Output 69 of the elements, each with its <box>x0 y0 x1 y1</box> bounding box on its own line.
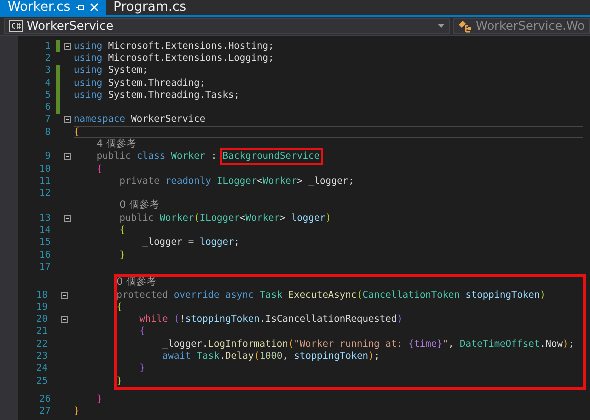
code-line: { <box>120 225 126 236</box>
reference-count[interactable]: 0 個參考 <box>116 276 156 289</box>
code-line: while (!stoppingToken.IsCancellationRequested) <box>140 314 403 326</box>
code-line: _logger = logger; <box>142 237 240 248</box>
line-number: 19 <box>36 302 48 313</box>
code-line: using System; <box>74 65 148 76</box>
close-icon[interactable] <box>90 3 99 12</box>
line-number: 10 <box>38 164 51 175</box>
line-number: 25 <box>36 376 48 387</box>
line-number: 6 <box>44 102 51 114</box>
line-number: 7 <box>44 114 51 126</box>
collapse-icon[interactable] <box>64 116 71 124</box>
line-number: 16 <box>38 250 51 261</box>
code-line: _logger.LogInformation("Worker running at: {time}", DateTimeOffset.Now); <box>162 338 574 350</box>
line-number: 2 <box>44 52 51 64</box>
line-number: 24 <box>36 363 48 374</box>
code-line: protected override async Task ExecuteAsync(CancellationToken stoppingToken) <box>116 290 546 301</box>
line-number: 27 <box>38 406 51 418</box>
code-line: namespace WorkerService <box>74 114 206 126</box>
line-number: 1 <box>44 40 51 52</box>
line-number: 26 <box>38 394 51 405</box>
file-tab[interactable]: Worker.cs <box>0 0 106 15</box>
code-line: } <box>74 406 80 418</box>
line-number: 23 <box>36 351 48 362</box>
code-line: public class Worker : BackgroundService <box>96 151 320 162</box>
code-line: using Microsoft.Extensions.Logging; <box>74 52 274 64</box>
collapse-icon[interactable] <box>61 292 68 299</box>
code-line: using System.Threading; <box>74 78 206 89</box>
line-number: 21 <box>36 326 48 338</box>
code-line: public Worker(ILogger<Worker> logger) <box>120 212 332 224</box>
code-line: { <box>96 164 103 175</box>
caret-icon <box>438 24 446 28</box>
line-number: 17 <box>38 262 51 273</box>
line-number: 18 <box>36 290 48 301</box>
code-line: } <box>116 376 122 387</box>
line-number: 3 <box>44 65 51 76</box>
line-number: 8 <box>44 126 51 138</box>
reference-count[interactable]: 4 個參考 <box>96 138 136 151</box>
code-line: } <box>96 394 103 405</box>
line-number: 9 <box>44 151 51 162</box>
code-line: { <box>116 302 122 313</box>
file-tab[interactable]: Program.cs <box>106 0 194 15</box>
code-line: { <box>74 126 80 138</box>
collapse-icon[interactable] <box>64 153 71 160</box>
code-line: { <box>140 326 146 338</box>
line-number: 4 <box>44 78 51 89</box>
code-line: } <box>120 250 126 261</box>
code-line: using Microsoft.Extensions.Hosting; <box>74 40 274 52</box>
line-number: 22 <box>36 338 48 350</box>
pin-icon[interactable] <box>76 3 85 12</box>
code-line: } <box>140 363 146 374</box>
class-icon <box>458 20 472 32</box>
collapse-icon[interactable] <box>64 214 71 222</box>
line-number: 15 <box>38 237 51 248</box>
reference-count[interactable]: 0 個參考 <box>120 200 160 212</box>
member-dropdown[interactable]: WorkerService.Wo <box>453 18 590 34</box>
code-line: await Task.Delay(1000, stoppingToken); <box>162 351 380 362</box>
collapse-icon[interactable] <box>64 42 71 50</box>
project-dropdown[interactable]: WorkerService <box>4 18 450 34</box>
code-line: private readonly ILogger<Worker> _logger; <box>120 176 354 187</box>
line-number: 5 <box>44 90 51 101</box>
collapse-icon[interactable] <box>61 316 68 324</box>
line-number: 13 <box>38 212 51 224</box>
line-number: 20 <box>36 314 48 326</box>
csharp-file-icon <box>9 20 23 32</box>
line-number: 14 <box>38 225 51 236</box>
line-number: 12 <box>38 188 51 200</box>
code-line: using System.Threading.Tasks; <box>74 90 240 101</box>
line-number: 11 <box>38 176 51 187</box>
